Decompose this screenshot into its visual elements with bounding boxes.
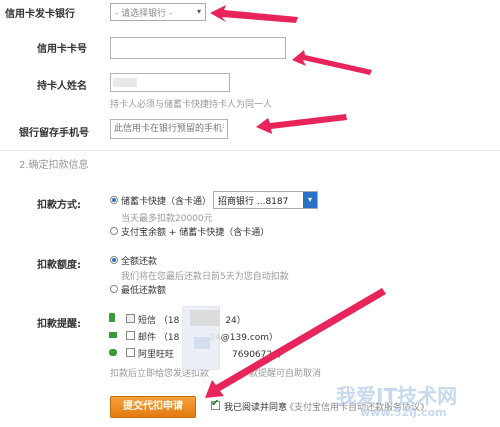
arrow-to-card bbox=[292, 50, 372, 75]
annotation-arrows bbox=[205, 5, 386, 398]
arrow-to-bank bbox=[210, 5, 298, 23]
arrow-to-phone bbox=[256, 114, 347, 134]
arrow-to-button bbox=[205, 288, 386, 398]
